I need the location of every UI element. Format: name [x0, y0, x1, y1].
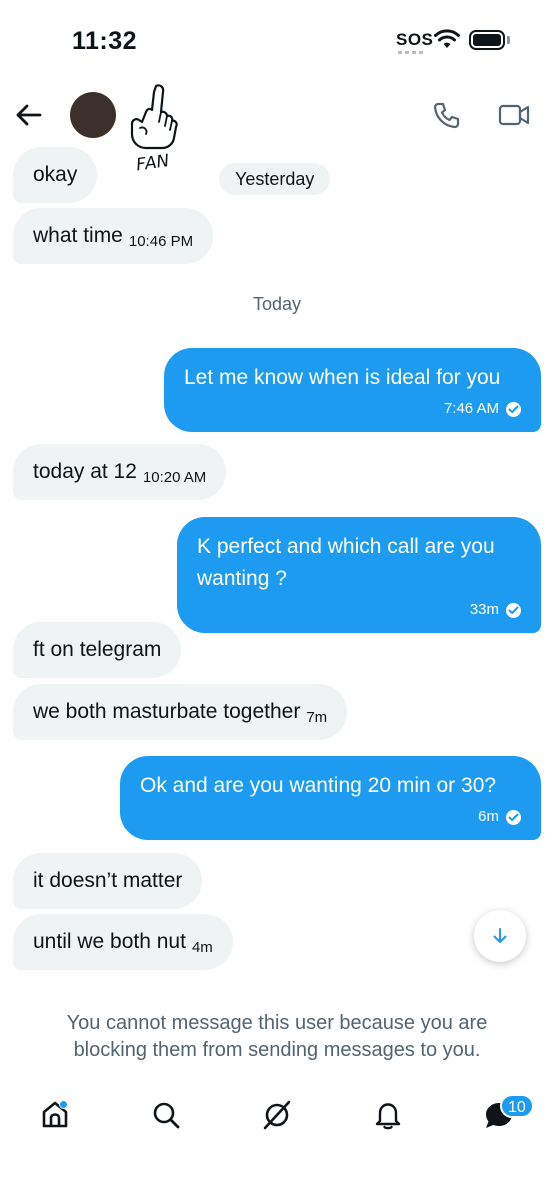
bottom-nav [0, 1080, 554, 1155]
incoming-message[interactable]: it doesn’t matter [13, 853, 203, 909]
back-button[interactable] [12, 98, 46, 132]
outgoing-message[interactable]: K perfect and which call are you wanting… [177, 517, 541, 633]
unread-dot [59, 1100, 68, 1109]
grok-icon [263, 1100, 291, 1130]
battery-icon [469, 30, 505, 50]
wifi-icon [434, 29, 460, 48]
message-time: 7m [306, 709, 328, 726]
message-text: Let me know when is ideal for you [184, 366, 501, 389]
outgoing-message[interactable]: Let me know when is ideal for you 7:46 A… [164, 348, 541, 432]
message-text: Ok and are you wanting 20 min or 30? [140, 774, 497, 797]
incoming-message[interactable]: today at 12 10:20 AM [13, 444, 227, 500]
message-text: K perfect and which call are you wanting… [197, 535, 495, 590]
message-time: 4m [191, 939, 213, 956]
phone-icon [433, 102, 460, 129]
voice-call-button[interactable] [430, 98, 464, 132]
read-check-icon [506, 809, 521, 825]
arrow-left-icon [16, 104, 42, 126]
video-camera-icon [498, 104, 530, 126]
avatar[interactable] [70, 92, 116, 138]
message-text: okay [33, 163, 78, 186]
message-time: 10:46 PM [128, 233, 194, 250]
search-icon [153, 1102, 180, 1129]
nav-grok[interactable] [257, 1095, 297, 1135]
read-check-icon [506, 401, 521, 417]
nav-search[interactable] [146, 1095, 186, 1135]
message-text: it doesn’t matter [33, 869, 183, 892]
message-time: 33m [469, 601, 499, 618]
incoming-message[interactable]: ft on telegram [13, 622, 182, 678]
message-text: what time [33, 224, 123, 247]
message-time: 6m [478, 808, 499, 825]
day-divider-yesterday: Yesterday [219, 163, 331, 195]
message-text: we both masturbate together [33, 700, 301, 723]
sos-indicator: SOS [396, 30, 434, 49]
status-time: 11:32 [72, 27, 138, 55]
nav-home[interactable] [35, 1095, 75, 1135]
message-text: until we both nut [33, 930, 186, 953]
signal-dots-icon [398, 51, 424, 54]
battery-cap [507, 36, 510, 44]
message-time: 10:20 AM [142, 469, 207, 486]
status-bar: 11:32 SOS [0, 0, 554, 80]
scroll-to-bottom-button[interactable] [474, 910, 526, 962]
message-text: ft on telegram [33, 638, 162, 661]
video-call-button[interactable] [497, 98, 531, 132]
conversation-header: FAN [0, 80, 554, 174]
read-check-icon [506, 602, 521, 618]
message-time: 7:46 AM [443, 400, 499, 417]
svg-text:FAN: FAN [135, 151, 171, 174]
bell-icon [375, 1103, 401, 1130]
incoming-message[interactable]: we both masturbate together 7m [13, 684, 348, 740]
outgoing-message[interactable]: Ok and are you wanting 20 min or 30? 6m [120, 756, 541, 840]
incoming-message[interactable]: what time 10:46 PM [13, 208, 214, 264]
message-text: today at 12 [33, 460, 137, 483]
incoming-message[interactable]: until we both nut 4m [13, 914, 233, 970]
nav-notifications[interactable] [368, 1095, 408, 1135]
arrow-down-icon [493, 928, 507, 943]
messages-badge: 10 [500, 1094, 534, 1118]
incoming-message[interactable]: okay [13, 147, 98, 203]
day-divider-today: Today [252, 294, 302, 314]
fan-sticker: FAN [130, 84, 178, 174]
blocked-notice: You cannot message this user because you… [66, 1012, 488, 1061]
